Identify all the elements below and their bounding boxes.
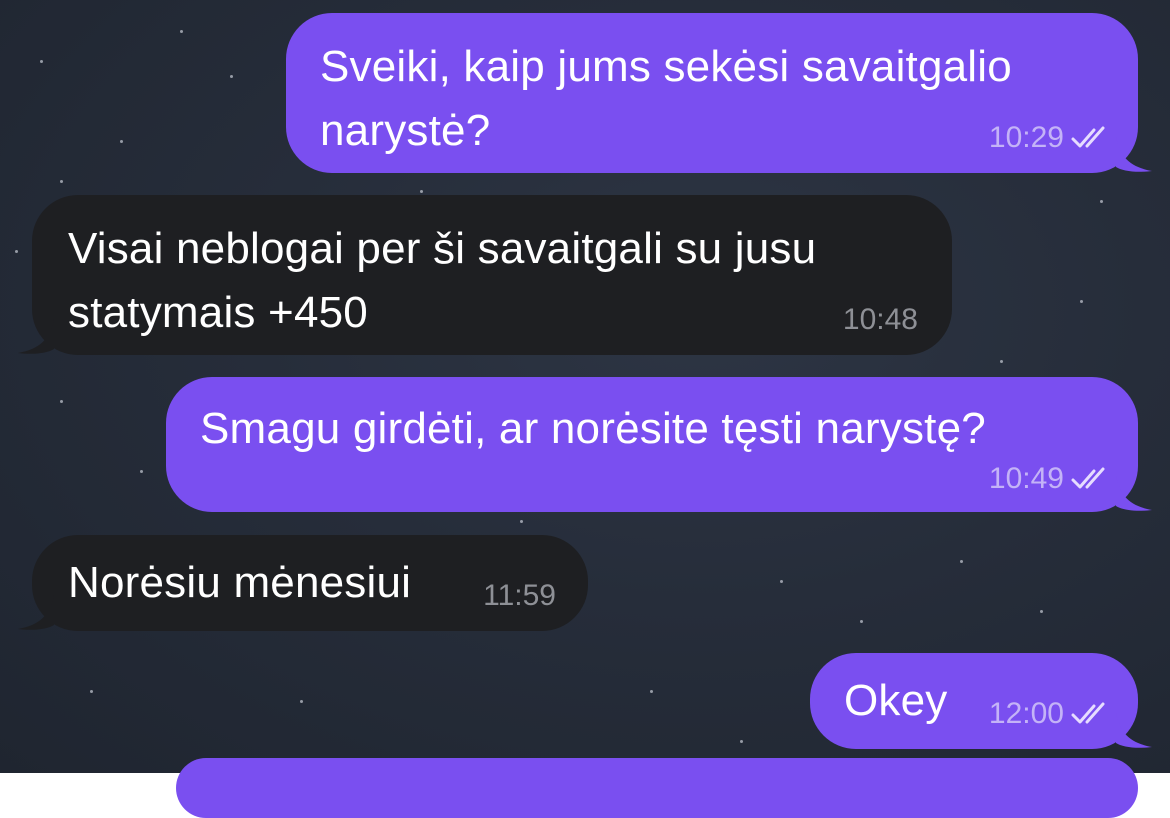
message-time: 12:00 bbox=[988, 697, 1064, 730]
star-dot bbox=[1000, 360, 1003, 363]
star-dot bbox=[780, 580, 783, 583]
star-dot bbox=[520, 520, 523, 523]
message-bubble-incoming[interactable]: Visai neblogai per ši savaitgali su jusu… bbox=[18, 195, 952, 355]
star-dot bbox=[15, 250, 18, 253]
star-dot bbox=[420, 190, 423, 193]
message-time: 10:29 bbox=[988, 121, 1064, 154]
message-text: Norėsiu mėnesiui bbox=[68, 558, 412, 607]
bubble-tail bbox=[18, 319, 54, 354]
message-bubble-outgoing[interactable]: Okey 12:00 bbox=[810, 653, 1152, 749]
star-dot bbox=[60, 180, 63, 183]
star-dot bbox=[1100, 200, 1103, 203]
message-meta: 10:49 bbox=[989, 462, 1110, 496]
star-dot bbox=[1080, 300, 1083, 303]
double-check-icon bbox=[1071, 702, 1105, 724]
bubble-tail bbox=[1116, 713, 1152, 748]
star-dot bbox=[960, 560, 963, 563]
message-meta: 11:59 bbox=[483, 579, 556, 613]
message-text: Sveiki, kaip jums sekėsi savaitgalio nar… bbox=[320, 42, 1012, 155]
bubble-tail bbox=[18, 595, 54, 630]
message-bubble-outgoing-partial[interactable] bbox=[176, 758, 1138, 818]
star-dot bbox=[140, 470, 143, 473]
star-dot bbox=[60, 400, 63, 403]
star-dot bbox=[650, 690, 653, 693]
star-dot bbox=[300, 700, 303, 703]
star-dot bbox=[740, 740, 743, 743]
double-check-icon bbox=[1071, 467, 1105, 489]
star-dot bbox=[90, 690, 93, 693]
message-meta: 10:48 bbox=[843, 303, 918, 337]
star-dot bbox=[120, 140, 123, 143]
message-bubble-outgoing[interactable]: Sveiki, kaip jums sekėsi savaitgalio nar… bbox=[286, 13, 1152, 173]
message-bubble-incoming[interactable]: Norėsiu mėnesiui 11:59 bbox=[18, 535, 588, 631]
message-meta: 12:00 bbox=[989, 697, 1110, 731]
double-check-icon bbox=[1071, 126, 1105, 148]
star-dot bbox=[860, 620, 863, 623]
message-text: Visai neblogai per ši savaitgali su jusu… bbox=[68, 224, 817, 337]
message-time: 10:48 bbox=[842, 303, 918, 336]
message-time: 10:49 bbox=[988, 462, 1064, 495]
bubble-tail bbox=[1116, 476, 1152, 511]
message-time: 11:59 bbox=[483, 579, 556, 612]
bubble-tail bbox=[1116, 137, 1152, 172]
star-dot bbox=[1040, 610, 1043, 613]
star-dot bbox=[180, 30, 183, 33]
message-text: Smagu girdėti, ar norėsite tęsti narystę… bbox=[200, 404, 986, 453]
message-bubble-outgoing[interactable]: Smagu girdėti, ar norėsite tęsti narystę… bbox=[166, 377, 1152, 512]
message-meta: 10:29 bbox=[989, 121, 1110, 155]
star-dot bbox=[230, 75, 233, 78]
star-dot bbox=[40, 60, 43, 63]
